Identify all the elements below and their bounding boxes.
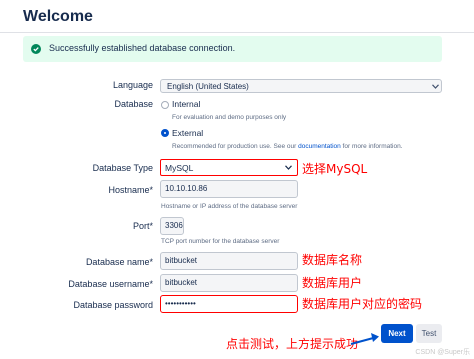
annotation-test-hint: 点击测试，上方提示成功	[226, 337, 359, 351]
page-header: Welcome	[0, 0, 474, 33]
database-username-input[interactable]: bitbucket	[160, 274, 298, 292]
annotation-select-mysql: 选择MySQL	[302, 162, 368, 176]
hostname-label: Hostname*	[108, 185, 153, 195]
annotation-db-user: 数据库用户	[302, 276, 363, 290]
port-hint: TCP port number for the database server	[161, 238, 280, 245]
success-banner: Successfully established database connec…	[23, 36, 442, 62]
external-hint: Recommended for production use. See our …	[172, 143, 403, 150]
database-type-select[interactable]: MySQL	[160, 159, 298, 176]
database-password-input[interactable]: •••••••••••	[160, 295, 298, 313]
language-value: English (United States)	[167, 82, 249, 91]
language-label: Language	[112, 80, 153, 90]
port-label: Port*	[132, 221, 153, 231]
check-circle-icon	[31, 44, 41, 54]
database-type-label: Database Type	[92, 163, 153, 173]
database-password-label: Database password	[73, 300, 153, 310]
success-message: Successfully established database connec…	[49, 43, 236, 53]
database-name-label: Database name*	[85, 257, 153, 267]
hostname-input[interactable]: 10.10.10.86	[160, 180, 298, 198]
database-username-label: Database username*	[68, 279, 153, 289]
external-radio[interactable]	[161, 129, 169, 137]
annotation-db-name: 数据库名称	[302, 253, 363, 267]
chevron-down-icon	[285, 165, 292, 170]
arrow-icon	[350, 333, 379, 345]
test-button[interactable]: Test	[416, 324, 442, 343]
database-type-value: MySQL	[165, 163, 194, 173]
page-title: Welcome	[23, 8, 93, 25]
internal-radio[interactable]	[161, 101, 169, 109]
next-button[interactable]: Next	[381, 324, 413, 343]
internal-hint: For evaluation and demo purposes only	[172, 114, 287, 121]
chevron-down-icon	[432, 84, 439, 89]
language-select[interactable]: English (United States)	[160, 79, 442, 93]
documentation-link[interactable]: documentation	[298, 143, 341, 150]
internal-radio-label[interactable]: Internal	[172, 99, 200, 109]
database-name-input[interactable]: bitbucket	[160, 252, 298, 270]
annotation-db-password: 数据库用户对应的密码	[302, 297, 423, 311]
external-radio-label[interactable]: External	[172, 128, 203, 138]
watermark: CSDN @Super乐	[415, 349, 470, 356]
hostname-hint: Hostname or IP address of the database s…	[161, 203, 298, 210]
port-input[interactable]: 3306	[160, 217, 184, 235]
database-label: Database	[114, 99, 153, 109]
